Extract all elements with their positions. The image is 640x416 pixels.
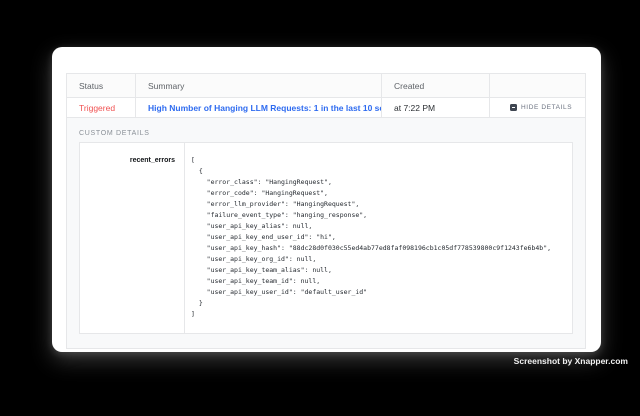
alert-summary-link[interactable]: High Number of Hanging LLM Requests: 1 i…: [148, 103, 382, 113]
recent-errors-json: [ { "error_class": "HangingRequest", "er…: [191, 155, 572, 320]
table-row: Triggered High Number of Hanging LLM Req…: [67, 98, 585, 118]
detail-key-column: recent_errors: [80, 143, 185, 333]
alert-details-card: Status Summary Created Triggered High Nu…: [52, 47, 601, 352]
created-time: at 7:22 PM: [394, 103, 435, 113]
header-created: Created: [382, 74, 490, 97]
hide-details-button[interactable]: HIDE DETAILS: [502, 98, 572, 117]
header-actions: [490, 74, 587, 97]
status-cell: Triggered: [67, 98, 136, 117]
collapse-minus-icon: [510, 104, 517, 111]
header-summary: Summary: [136, 74, 382, 97]
custom-details-box: recent_errors [ { "error_class": "Hangin…: [79, 142, 573, 334]
hide-details-label: HIDE DETAILS: [521, 104, 572, 111]
screenshot-canvas: { "table": { "headers": { "status": "Sta…: [0, 0, 640, 416]
custom-details-heading: CUSTOM DETAILS: [79, 130, 573, 137]
actions-cell: HIDE DETAILS: [490, 98, 587, 117]
alerts-table: Status Summary Created Triggered High Nu…: [66, 73, 586, 349]
summary-cell: High Number of Hanging LLM Requests: 1 i…: [136, 98, 382, 117]
expanded-details-panel: CUSTOM DETAILS recent_errors [ { "error_…: [67, 118, 585, 348]
table-header-row: Status Summary Created: [67, 74, 585, 98]
created-cell: at 7:22 PM: [382, 98, 490, 117]
detail-value-column: [ { "error_class": "HangingRequest", "er…: [185, 143, 572, 333]
xnapper-watermark: Screenshot by Xnapper.com: [514, 356, 628, 366]
status-badge: Triggered: [79, 103, 115, 113]
detail-key-label: recent_errors: [130, 157, 175, 164]
header-status: Status: [67, 74, 136, 97]
